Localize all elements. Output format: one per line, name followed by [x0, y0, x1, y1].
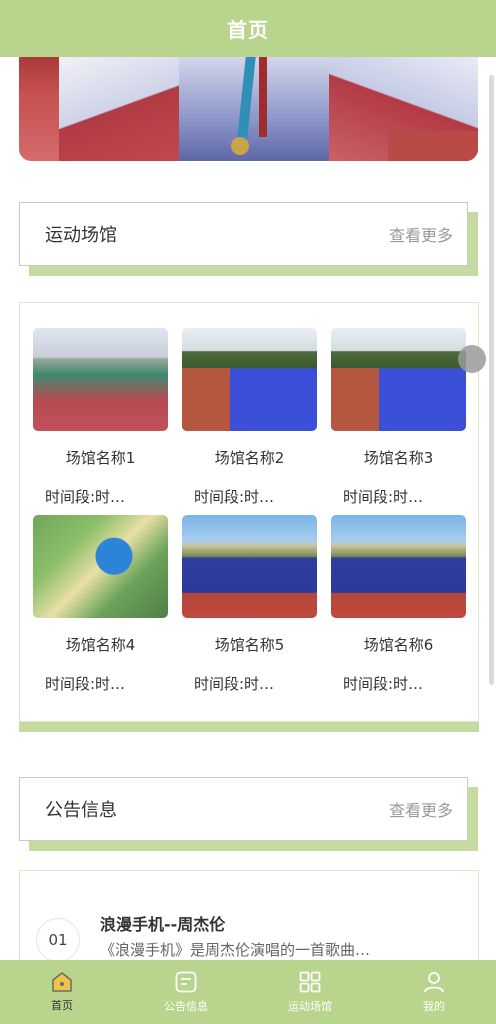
venue-image[interactable] [331, 328, 466, 431]
venue-card[interactable]: 场馆名称3 时间段:时… [331, 328, 466, 507]
tab-home[interactable]: 首页 [0, 960, 124, 1024]
tab-venues[interactable]: 运动场馆 [248, 960, 372, 1024]
bottom-tabbar: 首页 公告信息 运动场馆 我的 [0, 960, 496, 1024]
venue-name: 场馆名称5 [214, 636, 285, 654]
venue-card[interactable]: 场馆名称5 时间段:时… [182, 515, 317, 694]
notice-item[interactable]: 01 浪漫手机--周杰伦 《浪漫手机》是周杰伦演唱的一首歌曲… [19, 870, 479, 960]
home-icon [52, 972, 72, 992]
venue-time: 时间段:时… [45, 675, 126, 693]
venues-panel: 场馆名称1 时间段:时… 场馆名称2 时间段:时… 场馆名称3 时间段:时… 场… [19, 302, 479, 722]
venue-time: 时间段:时… [343, 675, 424, 693]
venue-card[interactable]: 场馆名称4 时间段:时… [33, 515, 168, 694]
venue-card[interactable]: 场馆名称1 时间段:时… [33, 328, 168, 507]
user-icon [424, 972, 444, 993]
scrollbar[interactable] [489, 75, 494, 685]
home-content[interactable]: 运动场馆 查看更多 场馆名称1 时间段:时… 场馆名称2 时间段:时… 场馆名称… [0, 57, 496, 960]
floating-button[interactable] [458, 345, 486, 373]
venue-card[interactable]: 场馆名称2 时间段:时… [182, 328, 317, 507]
notice-index: 01 [36, 918, 80, 960]
tab-home-label: 首页 [51, 999, 73, 1012]
page-header: 首页 [0, 0, 496, 57]
venue-image[interactable] [182, 515, 317, 618]
venue-card[interactable]: 场馆名称6 时间段:时… [331, 515, 466, 694]
grid-icon [299, 971, 321, 993]
venue-time: 时间段:时… [194, 488, 275, 506]
venues-more-link[interactable]: 查看更多 [389, 222, 453, 246]
notice-desc: 《浪漫手机》是周杰伦演唱的一首歌曲… [100, 941, 371, 959]
venue-name: 场馆名称4 [65, 636, 136, 654]
venue-name: 场馆名称3 [363, 449, 434, 467]
tab-mine[interactable]: 我的 [372, 960, 496, 1024]
tab-venues-label: 运动场馆 [288, 1000, 332, 1013]
venues-section-title: 运动场馆 [45, 225, 117, 246]
venue-image[interactable] [182, 328, 317, 431]
venue-name: 场馆名称2 [214, 449, 285, 467]
venue-time: 时间段:时… [194, 675, 275, 693]
tab-notices[interactable]: 公告信息 [124, 960, 248, 1024]
venue-time: 时间段:时… [45, 488, 126, 506]
venues-section-header: 运动场馆 查看更多 [19, 202, 468, 266]
venue-image[interactable] [33, 515, 168, 618]
notices-section-header: 公告信息 查看更多 [19, 777, 468, 841]
tab-notices-label: 公告信息 [164, 1000, 208, 1013]
venue-name: 场馆名称1 [65, 449, 136, 467]
venue-time: 时间段:时… [343, 488, 424, 506]
notice-title: 浪漫手机--周杰伦 [100, 915, 226, 934]
notices-more-link[interactable]: 查看更多 [389, 797, 453, 821]
venue-image[interactable] [331, 515, 466, 618]
notice-icon [175, 971, 197, 993]
venue-image[interactable] [33, 328, 168, 431]
notices-section-title: 公告信息 [45, 800, 117, 821]
tab-mine-label: 我的 [423, 1000, 445, 1013]
banner-image[interactable] [19, 57, 478, 161]
page-title: 首页 [227, 18, 269, 42]
venue-name: 场馆名称6 [363, 636, 434, 654]
